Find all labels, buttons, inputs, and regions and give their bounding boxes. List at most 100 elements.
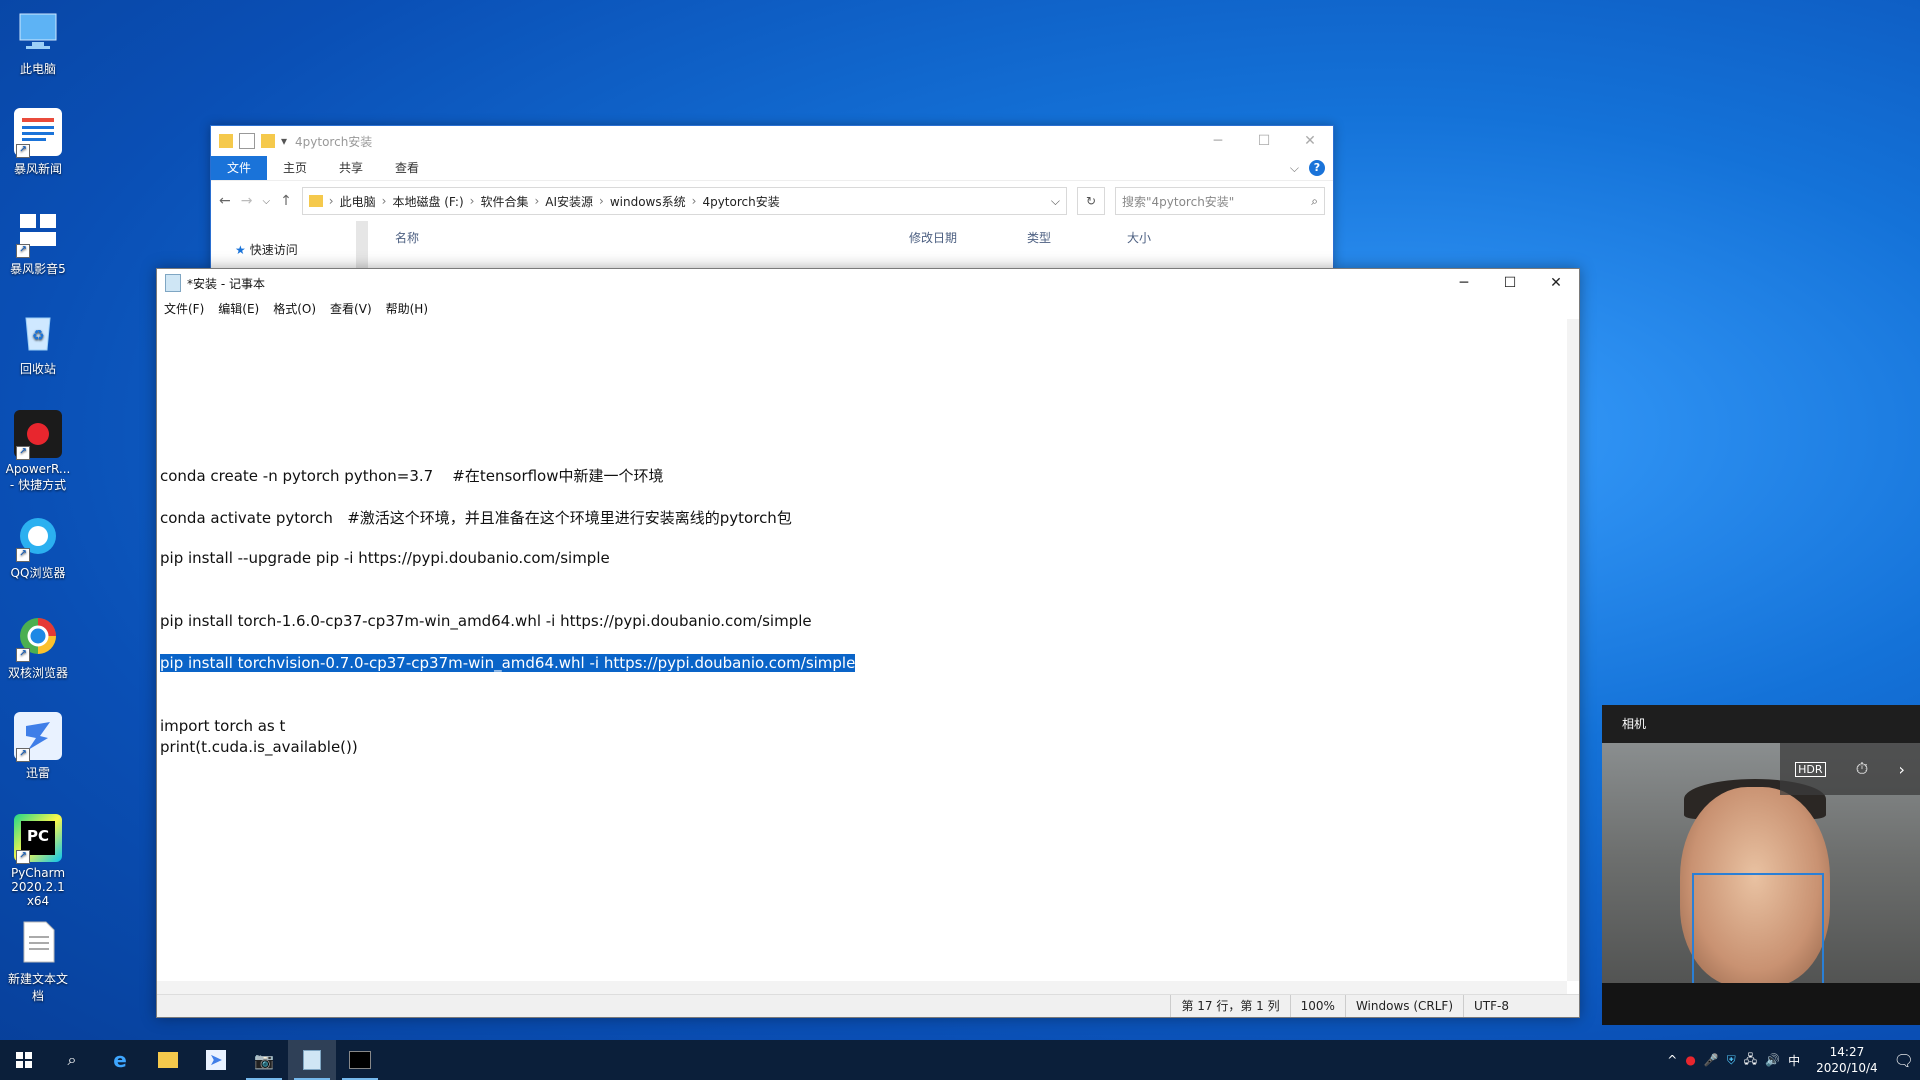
menu-view[interactable]: 查看(V) — [330, 300, 372, 317]
help-icon[interactable]: ? — [1309, 160, 1325, 176]
notepad-titlebar: *安装 - 记事本 ─ ☐ ✕ — [157, 269, 1579, 297]
desktop-icon-apowerrec[interactable]: ↗ ApowerR... - 快捷方式 — [4, 410, 72, 493]
notification-center-icon[interactable]: 🗨 — [1894, 1051, 1914, 1070]
desktop-icon-qq-browser[interactable]: ↗ QQ浏览器 — [4, 512, 72, 581]
desktop-icon-label: PyCharm — [10, 866, 66, 880]
up-icon[interactable]: ↑ — [280, 193, 292, 209]
edge-icon: e — [113, 1048, 127, 1072]
desktop-icon-computer[interactable]: 此电脑 — [4, 8, 72, 77]
line-ending: Windows (CRLF) — [1344, 995, 1463, 1017]
taskbar: ⌕ e ➤ 📷 ^ ● 🎤 ⛨ 🖧 🔊 中 14:27 2020/10/4 🗨 — [0, 1040, 1920, 1080]
clock-time: 14:27 — [1829, 1045, 1865, 1059]
breadcrumb-item[interactable]: 此电脑 — [340, 193, 376, 210]
tab-home[interactable]: 主页 — [267, 156, 323, 180]
camera-icon: 📷 — [254, 1050, 274, 1070]
expand-ribbon-icon[interactable]: ⌵ — [1290, 161, 1299, 176]
address-bar[interactable]: › 此电脑 › 本地磁盘 (F:) › 软件合集 › AI安装源 › windows系统… — [301, 187, 1067, 215]
chevron-down-icon[interactable]: ⌵ — [1051, 194, 1060, 209]
show-hidden-icons-icon[interactable]: ^ — [1667, 1053, 1677, 1067]
desktop-icon-thunder[interactable]: ↗ 迅雷 — [4, 712, 72, 781]
new-folder-icon[interactable] — [261, 134, 275, 148]
desktop-icon-news[interactable]: ↗ 暴风新闻 — [4, 108, 72, 177]
pycharm-icon: PC ↗ — [14, 814, 62, 864]
search-input[interactable]: 搜索"4pytorch安装" ⌕ — [1115, 187, 1325, 215]
menu-file[interactable]: 文件(F) — [164, 300, 204, 317]
recycle-bin-icon: ♻ — [14, 308, 62, 356]
vertical-scrollbar[interactable] — [1567, 319, 1579, 981]
menu-format[interactable]: 格式(O) — [273, 300, 316, 317]
clock[interactable]: 14:27 2020/10/4 — [1808, 1044, 1886, 1076]
timer-icon[interactable]: ⏱ — [1856, 759, 1868, 779]
taskbar-thunder[interactable]: ➤ — [192, 1040, 240, 1080]
tab-file[interactable]: 文件 — [211, 156, 268, 180]
properties-icon[interactable] — [239, 133, 255, 149]
zoom-level: 100% — [1289, 995, 1345, 1017]
file-explorer-window[interactable]: ▾ 4pytorch安装 ─ ☐ ✕ 文件 主页 共享 查看 ⌵ ? ← → ⌵… — [210, 125, 1334, 269]
security-icon[interactable]: ⛨ — [1727, 1053, 1736, 1068]
chevron-down-icon[interactable]: ▾ — [281, 134, 287, 148]
maximize-button[interactable]: ☐ — [1487, 275, 1533, 291]
column-header-type[interactable]: 类型 — [1027, 229, 1051, 246]
desktop-icon-text-document[interactable]: 新建文本文档 — [4, 918, 72, 1004]
back-icon[interactable]: ← — [219, 193, 231, 209]
record-tray-icon[interactable]: ● — [1685, 1053, 1695, 1067]
breadcrumb-item[interactable]: windows系统 — [610, 193, 686, 210]
close-button[interactable]: ✕ — [1287, 133, 1333, 149]
breadcrumb-item[interactable]: AI安装源 — [545, 193, 593, 210]
record-icon: ↗ — [14, 410, 62, 460]
desktop-icon-recycle-bin[interactable]: ♻ 回收站 — [4, 308, 72, 377]
text-editor-area[interactable]: conda create -n pytorch python=3.7 #在ten… — [157, 319, 1567, 981]
chevron-right-icon[interactable]: › — [1898, 760, 1904, 779]
taskbar-file-explorer[interactable] — [144, 1040, 192, 1080]
person-shirt — [1602, 983, 1920, 1025]
desktop-icon-pycharm[interactable]: PC ↗ PyCharm 2020.2.1 x64 — [4, 814, 72, 908]
taskbar-terminal[interactable] — [336, 1040, 384, 1080]
column-header-modified[interactable]: 修改日期 — [909, 229, 957, 246]
taskbar-notepad[interactable] — [288, 1040, 336, 1080]
tab-share[interactable]: 共享 — [323, 156, 379, 180]
recent-locations-icon[interactable]: ⌵ — [262, 196, 270, 207]
volume-icon[interactable]: 🔊 — [1765, 1053, 1780, 1067]
refresh-button[interactable]: ↻ — [1077, 187, 1105, 215]
notepad-icon — [303, 1050, 321, 1070]
close-button[interactable]: ✕ — [1533, 275, 1579, 291]
horizontal-scrollbar[interactable] — [157, 981, 1567, 995]
forward-icon[interactable]: → — [241, 193, 253, 209]
breadcrumb-item[interactable]: 软件合集 — [480, 193, 528, 210]
input-method-indicator[interactable]: 中 — [1788, 1052, 1800, 1069]
column-header-name[interactable]: 名称 — [395, 229, 419, 246]
menu-bar: 文件(F) 编辑(E) 格式(O) 查看(V) 帮助(H) — [157, 297, 1579, 319]
taskbar-camera[interactable]: 📷 — [240, 1040, 288, 1080]
sidebar-scrollbar[interactable] — [356, 221, 368, 269]
file-list-header: ★ 快速访问 名称 修改日期 类型 大小 — [211, 221, 1333, 269]
microphone-icon[interactable]: 🎤 — [1704, 1053, 1719, 1067]
breadcrumb-item[interactable]: 4pytorch安装 — [702, 193, 779, 210]
tab-view[interactable]: 查看 — [379, 156, 435, 180]
text-line: pip install torch-1.6.0-cp37-cp37m-win_a… — [160, 612, 812, 630]
quick-access-toolbar[interactable]: ▾ — [219, 133, 287, 149]
menu-help[interactable]: 帮助(H) — [386, 300, 428, 317]
desktop-icon-label: QQ浏览器 — [10, 566, 66, 580]
desktop-icon-dual-browser[interactable]: ↗ 双核浏览器 — [4, 612, 72, 681]
maximize-button[interactable]: ☐ — [1241, 133, 1287, 149]
news-icon: ↗ — [14, 108, 62, 158]
start-button[interactable] — [0, 1040, 48, 1080]
network-icon[interactable]: 🖧 — [1744, 1050, 1757, 1071]
sidebar-item-quick-access[interactable]: ★ 快速访问 — [235, 241, 298, 258]
hdr-icon[interactable]: HDR — [1795, 761, 1826, 777]
menu-edit[interactable]: 编辑(E) — [218, 300, 259, 317]
folder-icon — [158, 1052, 178, 1068]
taskbar-edge[interactable]: e — [96, 1040, 144, 1080]
text-document-icon — [14, 918, 62, 966]
breadcrumb-item[interactable]: 本地磁盘 (F:) — [392, 193, 463, 210]
desktop-icon-media-player[interactable]: ↗ 暴风影音5 — [4, 208, 72, 277]
desktop-icon-label: 回收站 — [19, 362, 56, 376]
text-line: conda create -n pytorch python=3.7 #在ten… — [160, 467, 664, 485]
search-button[interactable]: ⌕ — [48, 1040, 96, 1080]
minimize-button[interactable]: ─ — [1441, 275, 1487, 291]
camera-window[interactable]: 相机 HDR ⏱ › — [1602, 705, 1920, 1025]
notepad-window[interactable]: *安装 - 记事本 ─ ☐ ✕ 文件(F) 编辑(E) 格式(O) 查看(V) … — [156, 268, 1580, 1018]
text-line: pip install --upgrade pip -i https://pyp… — [160, 549, 610, 567]
column-header-size[interactable]: 大小 — [1127, 229, 1151, 246]
minimize-button[interactable]: ─ — [1195, 133, 1241, 149]
